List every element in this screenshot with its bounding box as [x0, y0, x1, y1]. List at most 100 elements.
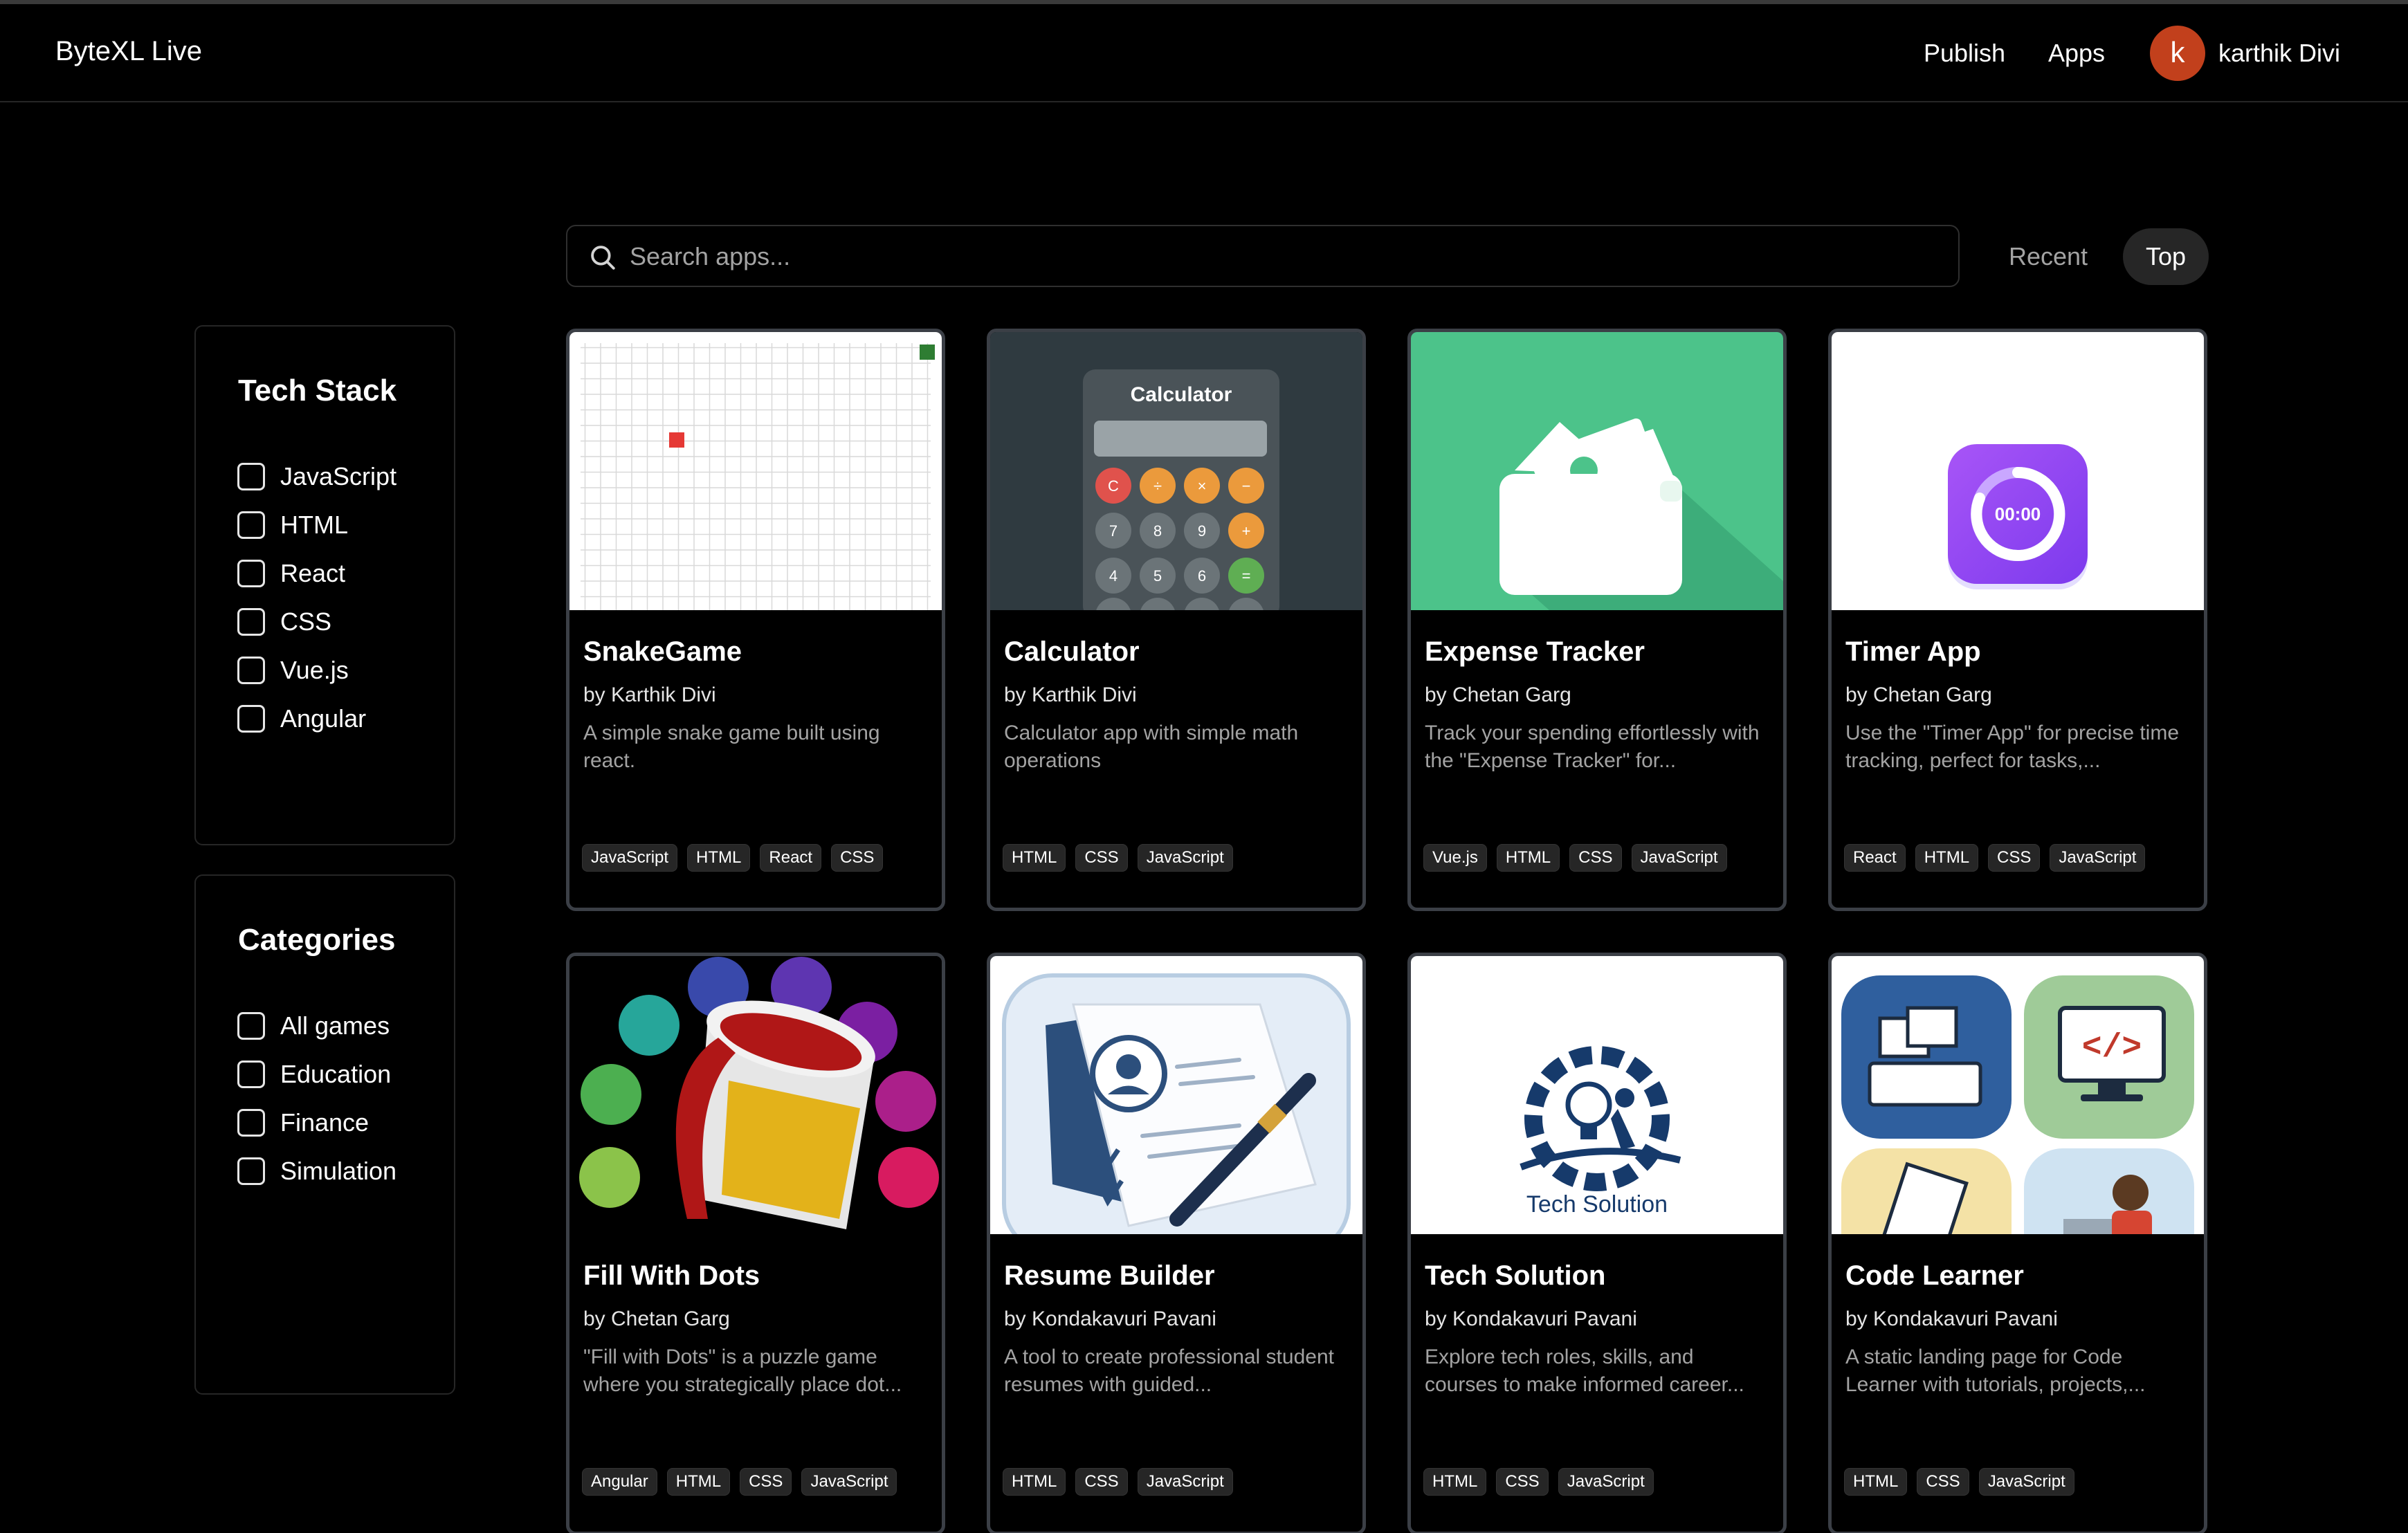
checkbox[interactable]: [237, 560, 265, 587]
app-thumbnail: [1411, 332, 1783, 610]
sort-top-button[interactable]: Top: [2123, 228, 2209, 285]
calculator-icon: Calculator C ÷ × − 7 8 9 + 4 5 6 =: [990, 332, 1362, 610]
nav-publish-link[interactable]: Publish: [1924, 39, 2005, 68]
tag-list: HTML CSS JavaScript: [1844, 1468, 2074, 1496]
app-description: "Fill with Dots" is a puzzle game where …: [583, 1346, 902, 1396]
calc-key: C: [1108, 477, 1119, 495]
calc-key: 9: [1198, 522, 1206, 540]
filter-angular[interactable]: Angular: [237, 701, 366, 736]
filter-all-games[interactable]: All games: [237, 1009, 390, 1043]
user-name[interactable]: karthik Divi: [2218, 39, 2340, 68]
checkbox[interactable]: [237, 657, 265, 684]
filter-label: JavaScript: [280, 462, 397, 490]
app-card-tech-solution[interactable]: Tech Solution Tech Solution by Kondakavu…: [1407, 953, 1787, 1533]
tag: JavaScript: [582, 844, 678, 872]
app-title[interactable]: Tech Solution: [1425, 1260, 1605, 1292]
brand-logo[interactable]: ByteXL Live: [55, 36, 202, 67]
tag: HTML: [666, 1468, 731, 1496]
calc-key: 5: [1153, 567, 1162, 585]
checkbox[interactable]: [237, 705, 265, 733]
filter-html[interactable]: HTML: [237, 508, 348, 542]
app-description: A tool to create professional student re…: [1004, 1346, 1334, 1396]
app-card-timer-app[interactable]: 00:00 Timer App by Chetan Garg Use the "…: [1828, 329, 2207, 911]
filter-vuejs[interactable]: Vue.js: [237, 653, 349, 688]
checkbox[interactable]: [237, 463, 265, 490]
calc-key: −: [1242, 477, 1251, 495]
checkbox[interactable]: [237, 1012, 265, 1040]
filter-css[interactable]: CSS: [237, 605, 331, 639]
app-title[interactable]: Fill With Dots: [583, 1260, 760, 1292]
code-learner-icon: </>: [1832, 956, 2204, 1234]
app-title[interactable]: Timer App: [1845, 636, 1981, 668]
tag: CSS: [1569, 844, 1622, 872]
tag: React: [760, 844, 822, 872]
checkbox[interactable]: [237, 608, 265, 636]
tag-list: JavaScript HTML React CSS: [582, 844, 884, 872]
app-description: A simple snake game built using react.: [583, 722, 880, 772]
app-card-calculator[interactable]: Calculator C ÷ × − 7 8 9 + 4 5 6 = Calcu…: [987, 329, 1366, 911]
snake-grid-icon: [569, 332, 942, 610]
app-author: by Kondakavuri Pavani: [1425, 1307, 1637, 1330]
tag: Vue.js: [1423, 844, 1487, 872]
app-title[interactable]: Calculator: [1004, 636, 1140, 668]
user-avatar[interactable]: k: [2150, 26, 2205, 81]
tag: HTML: [1844, 1468, 1908, 1496]
categories-title: Categories: [238, 923, 396, 957]
paint-bucket-icon: [569, 956, 942, 1234]
sort-recent-button[interactable]: Recent: [1993, 228, 2104, 285]
tag: JavaScript: [1137, 844, 1233, 872]
tag: HTML: [1496, 844, 1560, 872]
app-title[interactable]: Resume Builder: [1004, 1260, 1215, 1292]
calc-key: 4: [1109, 567, 1118, 585]
timer-display-text: 00:00: [1995, 504, 2041, 524]
checkbox[interactable]: [237, 1061, 265, 1088]
tag-list: Angular HTML CSS JavaScript: [582, 1468, 897, 1496]
calc-key: 6: [1198, 567, 1206, 585]
tag-list: React HTML CSS JavaScript: [1844, 844, 2146, 872]
app-description: Calculator app with simple math operatio…: [1004, 722, 1299, 772]
nav-apps-link[interactable]: Apps: [2048, 39, 2105, 68]
search-input[interactable]: [630, 236, 1931, 277]
filter-javascript[interactable]: JavaScript: [237, 459, 396, 494]
tag: CSS: [740, 1468, 792, 1496]
timer-icon: 00:00: [1832, 332, 2204, 610]
filter-label: CSS: [280, 607, 332, 636]
app-thumbnail: [569, 956, 942, 1234]
app-card-code-learner[interactable]: </> Code Learner by Kondakavuri Pavani A…: [1828, 953, 2207, 1533]
filter-react[interactable]: React: [237, 556, 345, 591]
tag-list: Vue.js HTML CSS JavaScript: [1423, 844, 1727, 872]
calc-key: 7: [1109, 522, 1118, 540]
tag: HTML: [1003, 844, 1066, 872]
app-description: Track your spending effortlessly with th…: [1425, 722, 1760, 772]
search-icon: [591, 246, 615, 270]
tag: Angular: [582, 1468, 657, 1496]
tech-stack-filter-panel: Tech Stack JavaScript HTML React CSS Vue…: [194, 325, 455, 845]
checkbox[interactable]: [237, 1109, 265, 1137]
filter-label: Simulation: [280, 1157, 397, 1185]
app-card-snakegame[interactable]: SnakeGame by Karthik Divi A simple snake…: [566, 329, 945, 911]
checkbox[interactable]: [237, 511, 265, 539]
tag: JavaScript: [1137, 1468, 1233, 1496]
app-title[interactable]: Code Learner: [1845, 1260, 2024, 1292]
filter-simulation[interactable]: Simulation: [237, 1154, 396, 1188]
app-card-fill-with-dots[interactable]: Fill With Dots by Chetan Garg "Fill with…: [566, 953, 945, 1533]
filter-finance[interactable]: Finance: [237, 1105, 369, 1140]
app-card-expense-tracker[interactable]: Expense Tracker by Chetan Garg Track you…: [1407, 329, 1787, 911]
app-author: by Chetan Garg: [583, 1307, 730, 1330]
app-card-resume-builder[interactable]: Resume Builder by Kondakavuri Pavani A t…: [987, 953, 1366, 1533]
tag: React: [1844, 844, 1906, 872]
tag: CSS: [831, 844, 884, 872]
tag: HTML: [1003, 1468, 1066, 1496]
search-box: [566, 225, 1960, 287]
app-author: by Kondakavuri Pavani: [1845, 1307, 2058, 1330]
app-title[interactable]: Expense Tracker: [1425, 636, 1645, 668]
app-author: by Chetan Garg: [1425, 683, 1571, 706]
tag-list: HTML CSS JavaScript: [1003, 1468, 1233, 1496]
checkbox[interactable]: [237, 1157, 265, 1185]
tag: CSS: [1075, 844, 1128, 872]
app-title[interactable]: SnakeGame: [583, 636, 742, 668]
filter-education[interactable]: Education: [237, 1057, 391, 1092]
tag: HTML: [1915, 844, 1979, 872]
app-thumbnail: Tech Solution: [1411, 956, 1783, 1234]
calc-key: ÷: [1153, 477, 1162, 495]
